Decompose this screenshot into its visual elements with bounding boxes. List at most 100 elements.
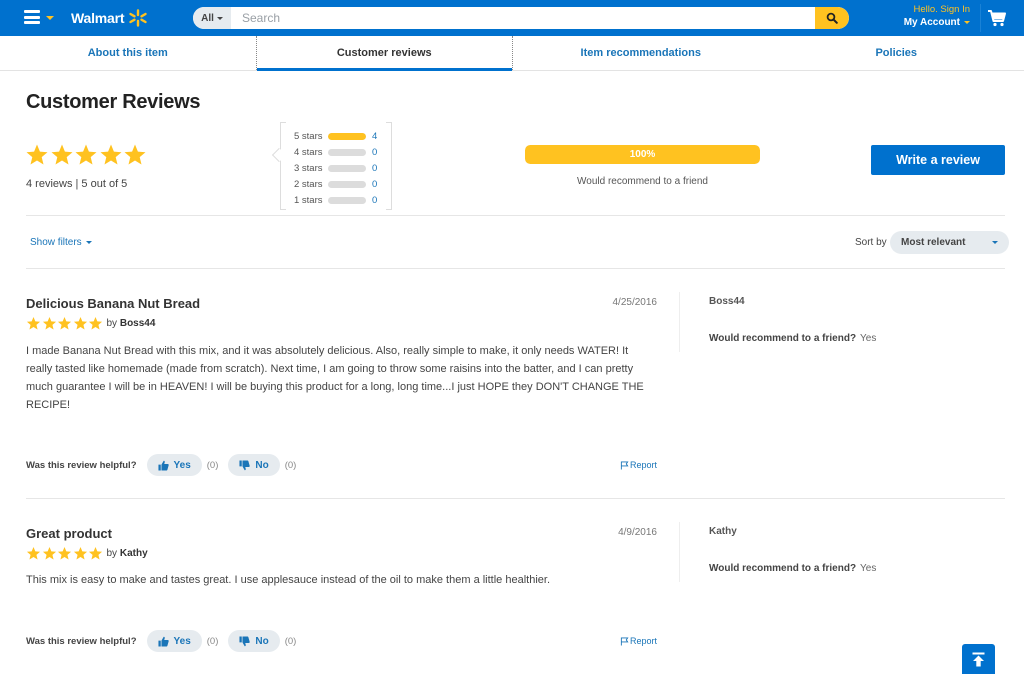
average-rating-stars [25, 143, 148, 167]
histogram-bar [328, 180, 366, 188]
chevron-down-icon [964, 21, 970, 24]
histogram-count[interactable]: 0 [372, 195, 377, 206]
section-tabs: About this item Customer reviews Item re… [0, 36, 1024, 71]
recommend-answer: Yes [860, 563, 877, 574]
tab-customer-reviews[interactable]: Customer reviews [255, 36, 513, 71]
show-filters-toggle[interactable]: Show filters [30, 237, 92, 248]
cart-icon[interactable] [987, 8, 1007, 28]
chevron-down-icon [85, 241, 92, 244]
no-count: (0) [284, 459, 297, 471]
account-menu[interactable]: Hello. Sign In My Account [904, 4, 970, 29]
thumbs-up-icon [157, 636, 169, 647]
recommend-question: Would recommend to a friend? [709, 333, 857, 344]
department-dropdown[interactable]: All [193, 7, 231, 29]
histogram-count[interactable]: 4 [372, 131, 377, 142]
divider [26, 268, 1005, 269]
histogram-count[interactable]: 0 [372, 163, 377, 174]
walmart-logo[interactable]: Walmart [71, 9, 148, 27]
search-button[interactable] [815, 7, 849, 29]
sidebar-author: Kathy [709, 526, 737, 537]
helpful-yes-button[interactable]: Yes [146, 454, 202, 476]
histogram-row[interactable]: 5 stars 4 [294, 129, 377, 143]
histogram-label: 1 stars [294, 194, 323, 206]
histogram-count[interactable]: 0 [372, 147, 377, 158]
helpful-yes-button[interactable]: Yes [146, 630, 202, 652]
histogram-count[interactable]: 0 [372, 179, 377, 190]
menu-button[interactable] [24, 9, 58, 27]
star-filled-icon [75, 144, 97, 165]
review-byline: by Boss44 [107, 318, 156, 329]
no-count: (0) [284, 635, 297, 647]
report-link[interactable]: Report [620, 636, 657, 646]
star-filled-icon [42, 546, 56, 560]
sort-selected-value: Most relevant [901, 237, 966, 248]
search-input[interactable] [231, 7, 815, 29]
flag-icon [620, 636, 629, 646]
helpful-section: Was this review helpful? Yes (0) No (0) [26, 454, 306, 476]
helpful-no-button[interactable]: No [228, 630, 280, 652]
review-date: 4/9/2016 [618, 527, 657, 538]
review-byline: by Kathy [107, 548, 148, 559]
histogram-bar [328, 164, 366, 172]
header-divider [980, 4, 981, 32]
review-date: 4/25/2016 [612, 297, 658, 308]
review-author[interactable]: Boss44 [120, 318, 156, 329]
star-filled-icon [88, 546, 103, 560]
review-stars [26, 316, 104, 331]
histogram-row[interactable]: 3 stars 0 [294, 161, 377, 175]
review-stars [26, 546, 104, 561]
histogram-label: 2 stars [294, 178, 323, 190]
star-filled-icon [73, 546, 87, 560]
side-divider [679, 522, 680, 582]
write-review-button[interactable]: Write a review [871, 145, 1005, 175]
report-link[interactable]: Report [620, 460, 657, 470]
side-divider [679, 292, 680, 352]
sidebar-author: Boss44 [709, 296, 745, 307]
histogram-label: 4 stars [294, 146, 323, 158]
hamburger-icon [24, 10, 40, 24]
thumbs-up-icon [157, 460, 169, 471]
star-filled-icon [26, 546, 41, 560]
review-title: Great product [26, 526, 112, 541]
histogram-bar [328, 148, 366, 156]
show-filters-label: Show filters [30, 237, 82, 248]
logo-text: Walmart [71, 10, 125, 26]
review-body: This mix is easy to make and tastes grea… [26, 574, 550, 586]
chevron-down-icon [46, 16, 54, 20]
report-label: Report [629, 460, 657, 470]
helpful-no-button[interactable]: No [228, 454, 280, 476]
recommend-answer: Yes [860, 333, 877, 344]
by-prefix: by [106, 548, 118, 559]
tab-item-recommendations[interactable]: Item recommendations [513, 36, 769, 70]
review-rating: by Boss44 [26, 316, 155, 331]
tab-about-this-item[interactable]: About this item [0, 36, 256, 70]
yes-label: Yes [173, 459, 191, 471]
bracket-left [280, 122, 286, 210]
star-filled-icon [57, 546, 72, 560]
divider [26, 498, 1005, 499]
star-filled-icon [51, 144, 72, 165]
histogram-row[interactable]: 1 stars 0 [294, 193, 377, 207]
yes-count: (0) [206, 459, 219, 471]
back-to-top-button[interactable] [962, 644, 995, 674]
histogram-row[interactable]: 2 stars 0 [294, 177, 377, 191]
arrow-up-to-top-icon [972, 652, 985, 666]
helpful-question: Was this review helpful? [26, 635, 137, 647]
histogram-row[interactable]: 4 stars 0 [294, 145, 377, 159]
my-account-text: My Account [903, 17, 960, 28]
my-account-label: My Account [904, 16, 970, 29]
sign-in-link[interactable]: Hello. Sign In [904, 4, 970, 16]
recommend-question: Would recommend to a friend? [709, 563, 857, 574]
review-author[interactable]: Kathy [120, 548, 148, 559]
sort-select[interactable]: Most relevant [890, 231, 1009, 254]
yes-count: (0) [206, 635, 219, 647]
chevron-down-icon [992, 241, 998, 244]
divider [26, 215, 1005, 216]
report-label: Report [629, 636, 657, 646]
sidebar-recommend: Would recommend to a friend? Yes [709, 333, 876, 344]
sort-by-label: Sort by [855, 237, 887, 248]
histogram-label: 3 stars [294, 162, 323, 174]
no-label: No [255, 635, 269, 647]
tab-policies[interactable]: Policies [769, 36, 1024, 70]
search-icon [826, 12, 838, 24]
